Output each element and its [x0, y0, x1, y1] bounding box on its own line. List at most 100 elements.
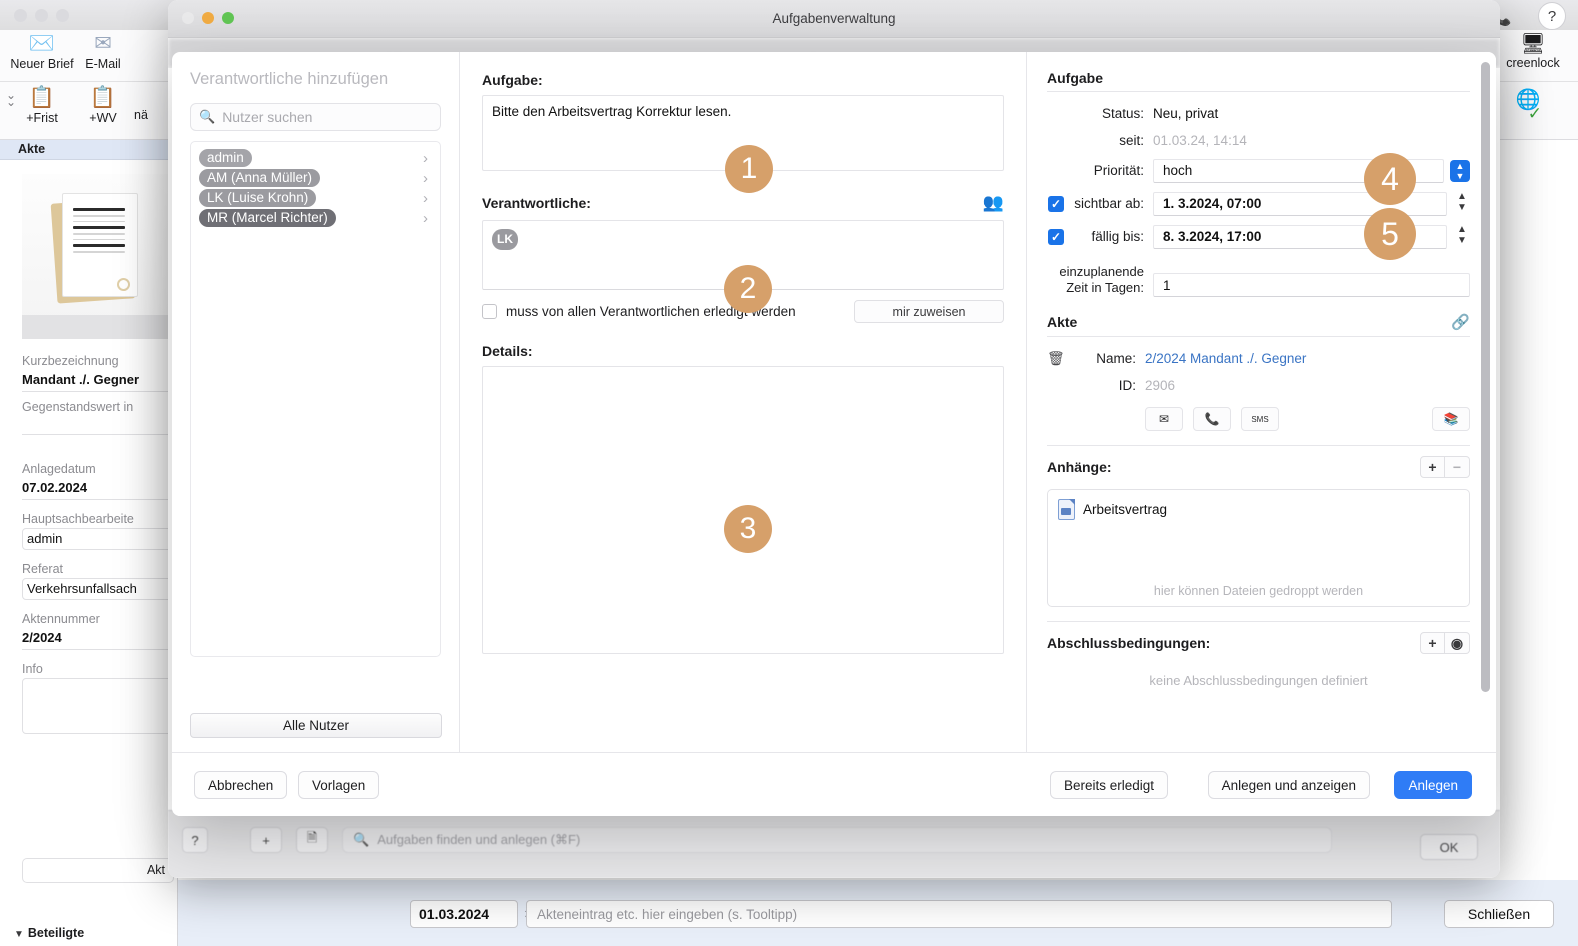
create-and-show-button[interactable]: Anlegen und anzeigen [1207, 771, 1370, 799]
window-traffic-lights[interactable] [182, 12, 234, 24]
faellig-checkbox[interactable]: ✓ [1048, 228, 1064, 245]
chevron-right-icon[interactable]: › [423, 210, 428, 227]
trash-icon[interactable]: 🗑 [1047, 350, 1073, 367]
already-done-button[interactable]: Bereits erledigt [1049, 771, 1168, 799]
add-people-icon[interactable]: 👥 [983, 193, 1004, 213]
akte-id-label: ID: [1118, 378, 1136, 393]
field-value[interactable]: 07.02.2024 [22, 478, 174, 500]
files-icon[interactable]: 📚 [1432, 407, 1470, 431]
chevron-right-icon[interactable]: › [423, 190, 428, 207]
document-icon [50, 193, 142, 305]
minimize-button[interactable] [202, 12, 214, 24]
help-button[interactable]: ? [1538, 2, 1566, 30]
row-einzuplanende-zeit: einzuplanende Zeit in Tagen: 1 [1047, 264, 1470, 297]
aufgabe-label: Aufgabe: [482, 72, 543, 88]
ok-button[interactable]: OK [1420, 834, 1478, 860]
responsible-picker-panel: Verantwortliche hinzufügen 🔍 Nutzer such… [172, 52, 460, 752]
link-icon[interactable]: 🔗 [1451, 313, 1470, 331]
window-traffic-lights[interactable] [14, 9, 69, 22]
attachment-dropzone[interactable]: Arbeitsvertrag hier können Dateien gedro… [1047, 489, 1470, 607]
add-attachment-button[interactable]: + [1420, 456, 1445, 478]
list-item[interactable]: MR (Marcel Richter) › [191, 208, 440, 228]
close-dialog-button[interactable]: Schließen [1444, 900, 1554, 928]
mail-icon[interactable]: ✉ [1145, 407, 1183, 431]
section-title: Akte [1047, 314, 1078, 330]
faellig-label: fällig bis: [1091, 229, 1144, 244]
field-value[interactable]: admin [22, 528, 174, 550]
chevron-right-icon[interactable]: › [423, 170, 428, 187]
verantwortliche-header: Verantwortliche: 👥 [482, 193, 1004, 213]
field-value[interactable]: 2/2024 [22, 628, 174, 650]
section-title: Aufgabe [1047, 70, 1103, 86]
toolbar-item-next[interactable]: nä [134, 108, 148, 122]
add-task-button[interactable]: + [250, 827, 282, 853]
toolbar-item-screenlock[interactable]: 🖥 creenlock [1490, 32, 1576, 70]
clipboard-resubmission-icon: 📋 [89, 86, 117, 109]
toolbar-label: creenlock [1506, 56, 1560, 70]
sichtbar-checkbox[interactable]: ✓ [1048, 195, 1064, 212]
help-button[interactable]: ? [182, 827, 208, 853]
document-icon [1058, 499, 1075, 520]
zeit-label-line2: Zeit in Tagen: [1066, 280, 1144, 295]
sidebar-header-akte: Akte [0, 140, 178, 160]
seit-value: 01.03.24, 14:14 [1153, 133, 1247, 148]
akte-action-button[interactable]: Akt [22, 858, 174, 883]
assign-to-me-button[interactable]: mir zuweisen [854, 300, 1004, 323]
toolbar-label: +WV [89, 111, 117, 125]
responsible-chip[interactable]: LK [492, 229, 518, 250]
akteneintrag-input[interactable]: Akteneintrag etc. hier eingeben (s. Tool… [526, 900, 1392, 928]
user-list[interactable]: admin › AM (Anna Müller) › LK (Luise Kro… [190, 141, 441, 657]
all-responsible-checkbox[interactable] [482, 304, 497, 319]
field-value[interactable]: Verkehrsunfallsach [22, 578, 174, 600]
remove-attachment-button[interactable]: − [1445, 456, 1470, 478]
field-label: Anlagedatum [22, 462, 96, 476]
toolbar-item-email[interactable]: ✉ E-Mail [66, 31, 140, 71]
date-input[interactable]: 01.03.2024 [410, 900, 518, 928]
faellig-stepper[interactable]: ▲ ▼ [1454, 224, 1470, 250]
sheet-content: Verantwortliche hinzufügen 🔍 Nutzer such… [172, 52, 1496, 752]
new-task-icon[interactable]: 🗎 [296, 827, 328, 853]
abschluss-label: Abschlussbedingungen: [1047, 635, 1211, 651]
section-header-akte: Akte 🔗 [1047, 313, 1470, 337]
all-users-button[interactable]: Alle Nutzer [190, 713, 442, 738]
chevron-right-icon[interactable]: › [423, 150, 428, 167]
sms-icon[interactable]: SMS [1241, 407, 1279, 431]
list-item[interactable]: admin › [191, 148, 440, 168]
sichtbar-stepper[interactable]: ▲ ▼ [1454, 191, 1470, 217]
maximize-button[interactable] [222, 12, 234, 24]
create-button[interactable]: Anlegen [1394, 771, 1472, 799]
field-kurzbezeichnung: Kurzbezeichnung Mandant ./. Gegner [22, 352, 174, 392]
abschluss-empty-hint: keine Abschlussbedingungen definiert [1149, 673, 1368, 688]
list-item[interactable]: Arbeitsvertrag [1058, 499, 1459, 520]
close-button[interactable] [182, 12, 194, 24]
field-value[interactable] [22, 416, 174, 435]
add-condition-button[interactable]: + [1420, 632, 1445, 654]
zeit-input[interactable]: 1 [1153, 273, 1470, 297]
seit-label: seit: [1119, 133, 1144, 148]
toolbar-item-wv[interactable]: 📋 +WV [66, 85, 140, 125]
list-item[interactable]: AM (Anna Müller) › [191, 168, 440, 188]
phone-icon[interactable]: 📞 [1193, 407, 1231, 431]
chevron-updown-icon[interactable]: ▲ ▼ [1450, 159, 1470, 182]
field-value[interactable]: Mandant ./. Gegner [22, 370, 174, 392]
close-button[interactable] [14, 9, 27, 22]
abschluss-add-options: + ◉ [1420, 632, 1470, 654]
search-placeholder: Aufgaben finden und anlegen (⌘F) [377, 832, 581, 847]
akte-name-link[interactable]: 2/2024 Mandant ./. Gegner [1145, 351, 1470, 366]
minimize-button[interactable] [35, 9, 48, 22]
beteiligte-section-header[interactable]: ▼ Beteiligte [14, 926, 84, 940]
maximize-button[interactable] [56, 9, 69, 22]
cancel-button[interactable]: Abbrechen [194, 771, 288, 799]
field-aktennummer: Aktennummer 2/2024 [22, 610, 174, 650]
scrollbar-thumb[interactable] [1481, 62, 1490, 692]
user-search-input[interactable]: 🔍 Nutzer suchen [190, 103, 441, 131]
task-search-input[interactable]: 🔍 Aufgaben finden und anlegen (⌘F) [342, 827, 1332, 853]
row-seit: seit: 01.03.24, 14:14 [1047, 127, 1470, 154]
more-options-icon[interactable]: ◉ [1445, 632, 1470, 654]
templates-button[interactable]: Vorlagen [298, 771, 380, 799]
field-value[interactable] [22, 678, 174, 734]
scrollbar-track[interactable] [1481, 62, 1490, 738]
anhaenge-add-remove: + − [1420, 456, 1470, 478]
list-item[interactable]: LK (Luise Krohn) › [191, 188, 440, 208]
field-anlagedatum: Anlagedatum 07.02.2024 [22, 460, 174, 500]
